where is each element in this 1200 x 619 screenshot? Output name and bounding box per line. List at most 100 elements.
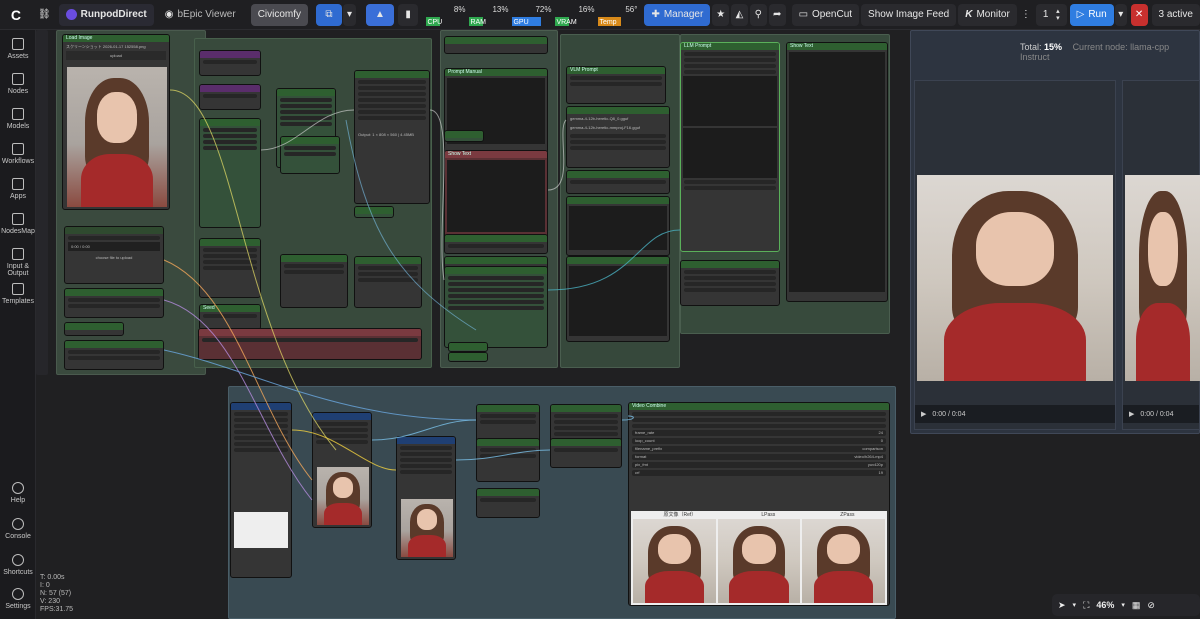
workspace-label: RunpodDirect <box>80 9 147 20</box>
workspace-button[interactable]: RunpodDirect <box>58 3 154 26</box>
monitor-button[interactable]: K Monitor <box>958 3 1017 26</box>
stats-line: N: 57 (57) <box>40 590 72 597</box>
help-icon <box>12 482 24 494</box>
console-icon <box>12 518 24 530</box>
play-icon[interactable]: ▶ <box>921 410 926 418</box>
nodes-icon <box>12 73 24 85</box>
sidebar-item-console[interactable]: Console <box>0 518 36 540</box>
node-wires <box>163 89 681 501</box>
sidebar-item-nodesmap[interactable]: NodesMap <box>0 213 36 235</box>
meter-percent: 56° <box>625 4 638 14</box>
video-preview-frame-1 <box>917 175 1113 381</box>
civicomfy-tab[interactable]: Civicomfy <box>250 3 309 26</box>
cancel-run-button[interactable]: ✕ <box>1130 3 1148 26</box>
meter-cpu: CPU 8% <box>426 4 466 26</box>
workspace-icon <box>65 9 77 20</box>
sidebar-item-label: NodesMap <box>1 228 35 235</box>
video-preview-controls-1[interactable]: ▶ 0:00 / 0:04 <box>915 405 1115 423</box>
queue-icon: ⧉ <box>325 9 333 20</box>
models-icon <box>12 108 24 120</box>
active-queue-button[interactable]: 3 active <box>1151 3 1200 26</box>
viewer-label: bEpic Viewer <box>177 9 236 20</box>
opencut-label: OpenCut <box>812 9 853 20</box>
sidebar-item-workflows[interactable]: Workflows <box>0 143 36 165</box>
run-label: Run <box>1088 9 1107 20</box>
sidebar-item-label: Shortcuts <box>3 569 33 576</box>
stats-line: FPS:31.75 <box>40 606 74 613</box>
comfy-logo-icon[interactable]: C <box>0 0 32 30</box>
manager-button[interactable]: ✚ Manager <box>644 3 711 26</box>
meter-temp: Temp 56° <box>598 4 638 26</box>
video-preview-panel-2[interactable]: ▶ 0:00 / 0:04 <box>1122 80 1200 430</box>
sidebar-item-nodes[interactable]: Nodes <box>0 73 36 95</box>
filter-button[interactable]: ⚲ <box>749 3 767 26</box>
meter-percent: 8% <box>453 4 466 14</box>
node-graph-canvas[interactable]: Load Image スクリーンショット 2026-01-17 152558.p… <box>36 30 1200 619</box>
play-icon[interactable]: ▶ <box>1129 410 1134 418</box>
queue-mode-dropdown[interactable]: ▾ <box>342 3 357 26</box>
bookmark-button[interactable]: ▮ <box>397 3 419 26</box>
sidebar-item-input-output[interactable]: Input & Output <box>0 248 36 277</box>
link-icon: ⛓ <box>37 9 51 20</box>
batch-count-field[interactable]: 1 ▴ ▾ <box>1035 3 1067 26</box>
eye-icon: ◉ <box>164 9 174 20</box>
vertical-dots-icon: ⋮ <box>1020 9 1031 20</box>
sidebar-item-label: Console <box>5 533 31 540</box>
sidebar-item-settings[interactable]: Settings <box>0 588 36 610</box>
workflow-options-button[interactable]: ⛓ <box>34 4 55 26</box>
sidebar-item-shortcuts[interactable]: Shortcuts <box>0 554 36 576</box>
puzzle-icon: ✚ <box>651 9 660 20</box>
mountain-button[interactable]: ◭ <box>731 3 748 26</box>
run-options-dropdown[interactable]: ▾ <box>1114 3 1127 26</box>
sidebar-item-assets[interactable]: Assets <box>0 38 36 60</box>
show-image-feed-button[interactable]: Show Image Feed <box>861 3 957 26</box>
resource-monitor: CPU 8% RAM 13% GPU 72% VRAM 16% Temp 56° <box>424 4 638 26</box>
share-icon: ➦ <box>772 9 782 20</box>
mountain-icon: ▲ <box>375 9 385 20</box>
queue-mode-button[interactable]: ⧉ <box>316 3 342 26</box>
canvas-zoom-controls: ➤ ▾ ⛶ 46% ▾ ▦ ⊘ <box>1052 594 1200 616</box>
meter-percent: 13% <box>492 4 509 14</box>
viewer-button[interactable]: ◉ bEpic Viewer <box>158 4 243 26</box>
link-visibility-icon[interactable]: ⊘ <box>1147 600 1155 611</box>
chevron-down-icon: ▾ <box>347 9 353 20</box>
progress-total-label: Total: <box>1020 42 1042 52</box>
video-preview-controls-2[interactable]: ▶ 0:00 / 0:04 <box>1123 405 1199 423</box>
zoom-level[interactable]: 46% <box>1096 600 1114 610</box>
sidebar-item-models[interactable]: Models <box>0 108 36 130</box>
play-icon: ▷ <box>1076 9 1085 20</box>
meter-label: GPU <box>513 18 529 26</box>
select-cursor-icon[interactable]: ➤ <box>1058 600 1066 611</box>
sidebar-item-templates[interactable]: Templates <box>0 283 36 305</box>
fit-view-icon[interactable]: ⛶ <box>1083 600 1089 611</box>
star-button[interactable]: ★ <box>712 3 730 26</box>
meter-percent: 16% <box>578 4 595 14</box>
top-toolbar: C ⛓ RunpodDirect ◉ bEpic Viewer Civicomf… <box>0 0 1200 30</box>
sidebar-item-label: Nodes <box>7 88 29 95</box>
select-dropdown-icon[interactable]: ▾ <box>1073 601 1077 609</box>
bookmark-icon: ▮ <box>405 9 411 20</box>
stats-line: V: 230 <box>40 598 60 605</box>
zoom-dropdown-icon[interactable]: ▾ <box>1121 601 1125 609</box>
minimap-icon[interactable]: ▦ <box>1132 600 1141 611</box>
run-button[interactable]: ▷ Run <box>1069 3 1114 26</box>
filter-icon: ⚲ <box>754 9 762 20</box>
run-chevron-icon: ▾ <box>1118 9 1124 20</box>
batch-count-value: 1 <box>1042 9 1049 20</box>
sidebar-item-help[interactable]: Help <box>0 482 36 504</box>
stats-line: I: 0 <box>40 582 50 589</box>
meter-label: VRAM <box>556 18 577 26</box>
sidebar-item-apps[interactable]: Apps <box>0 178 36 200</box>
apps-icon <box>12 178 24 190</box>
more-options-button[interactable]: ⋮ <box>1018 4 1034 26</box>
video-preview-panel-1[interactable]: ▶ 0:00 / 0:04 <box>914 80 1116 430</box>
input-output-icon <box>12 248 24 260</box>
video-preview-time-1: 0:00 / 0:04 <box>932 410 966 418</box>
opencut-button[interactable]: ▭ OpenCut <box>791 3 860 26</box>
mountain-small-icon: ◭ <box>735 9 744 20</box>
sidebar-item-label: Settings <box>5 603 31 610</box>
share-button[interactable]: ➦ <box>768 3 786 26</box>
logo-badge-button[interactable]: ▲ <box>366 3 394 26</box>
templates-icon <box>12 283 24 295</box>
video-preview-time-2: 0:00 / 0:04 <box>1140 410 1174 418</box>
